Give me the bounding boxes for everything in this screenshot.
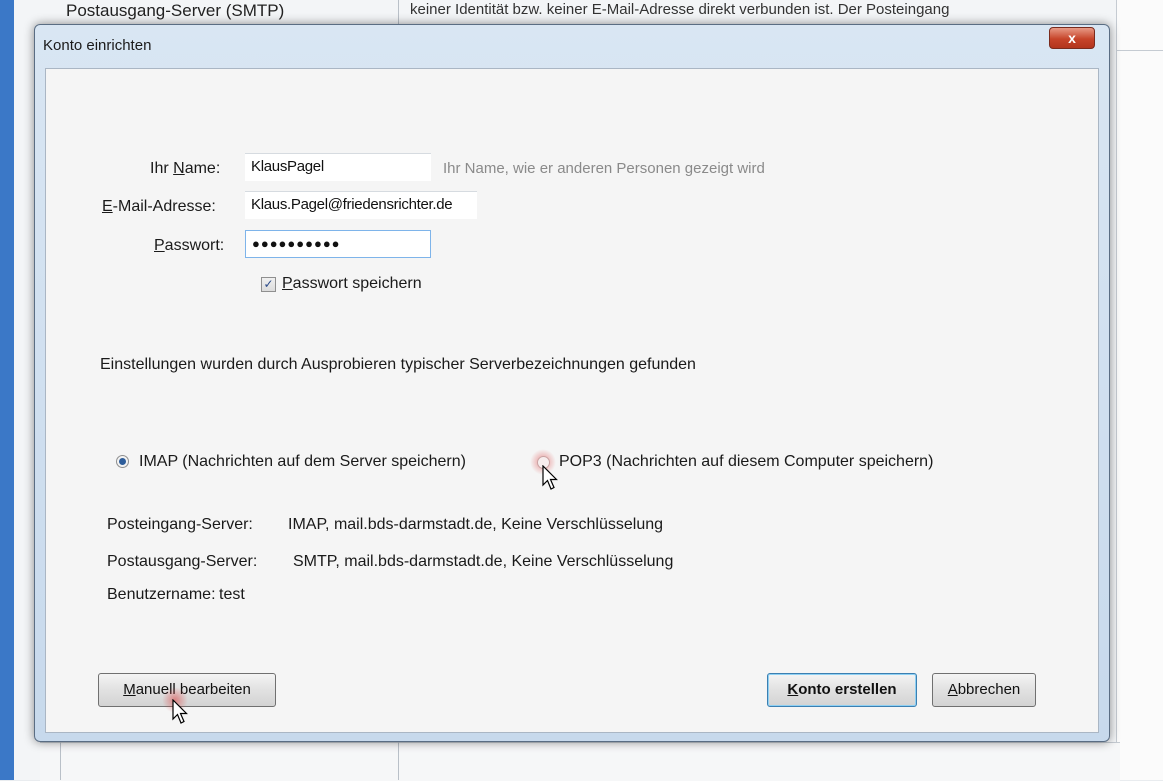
email-field[interactable]: Klaus.Pagel@friedensrichter.de	[245, 191, 477, 219]
incoming-server-label: Posteingang-Server:	[107, 516, 253, 533]
checkmark-icon: ✓	[263, 277, 274, 291]
background-bottom-divider	[398, 742, 399, 780]
pop3-radio-label[interactable]: POP3 (Nachrichten auf diesem Computer sp…	[559, 453, 933, 471]
settings-found-message: Einstellungen wurden durch Ausprobieren …	[100, 356, 696, 373]
create-account-button[interactable]: Konto erstellen	[767, 673, 917, 707]
email-label: E-Mail-Adresse:	[102, 198, 216, 215]
mouse-cursor-icon	[542, 465, 558, 490]
imap-radio-label[interactable]: IMAP (Nachrichten auf dem Server speiche…	[139, 453, 466, 471]
background-outgoing-label: Postausgang-Server (SMTP)	[66, 1, 285, 20]
close-button[interactable]: x	[1049, 27, 1095, 49]
username-label: Benutzername:	[107, 586, 216, 603]
desktop-edge	[0, 0, 14, 780]
dialog-title: Konto einrichten	[43, 37, 152, 54]
account-setup-dialog: Konto einrichten x Ihr Name: KlausPagel …	[34, 24, 1110, 742]
name-hint: Ihr Name, wie er anderen Personen gezeig…	[443, 160, 765, 177]
outgoing-server-label: Postausgang-Server:	[107, 553, 258, 570]
name-field[interactable]: KlausPagel	[245, 153, 431, 181]
incoming-server-value: IMAP, mail.bds-darmstadt.de, Keine Versc…	[288, 516, 664, 533]
background-right-panel	[1116, 0, 1163, 780]
dialog-content: Ihr Name: KlausPagel Ihr Name, wie er an…	[45, 68, 1099, 733]
imap-radio[interactable]	[116, 455, 129, 468]
outgoing-server-value: SMTP, mail.bds-darmstadt.de, Keine Versc…	[293, 553, 674, 570]
name-label: Ihr Name:	[150, 160, 221, 177]
save-password-label[interactable]: Passwort speichern	[282, 275, 422, 293]
dialog-titlebar[interactable]: Konto einrichten x	[35, 25, 1109, 67]
background-right-divider	[1116, 50, 1163, 51]
save-password-checkbox[interactable]: ✓	[261, 277, 276, 292]
username-value: test	[219, 586, 245, 603]
mouse-cursor-icon	[172, 699, 188, 724]
cancel-button[interactable]: Abbrechen	[932, 673, 1036, 707]
password-label: Passwort:	[154, 237, 225, 254]
close-icon: x	[1068, 30, 1076, 46]
password-field[interactable]: ●●●●●●●●●●	[245, 230, 431, 258]
background-bottom-left-divider	[60, 742, 61, 780]
background-bottom-area	[40, 742, 1120, 781]
background-description-text: keiner Identität bzw. keiner E-Mail-Adre…	[410, 1, 950, 18]
